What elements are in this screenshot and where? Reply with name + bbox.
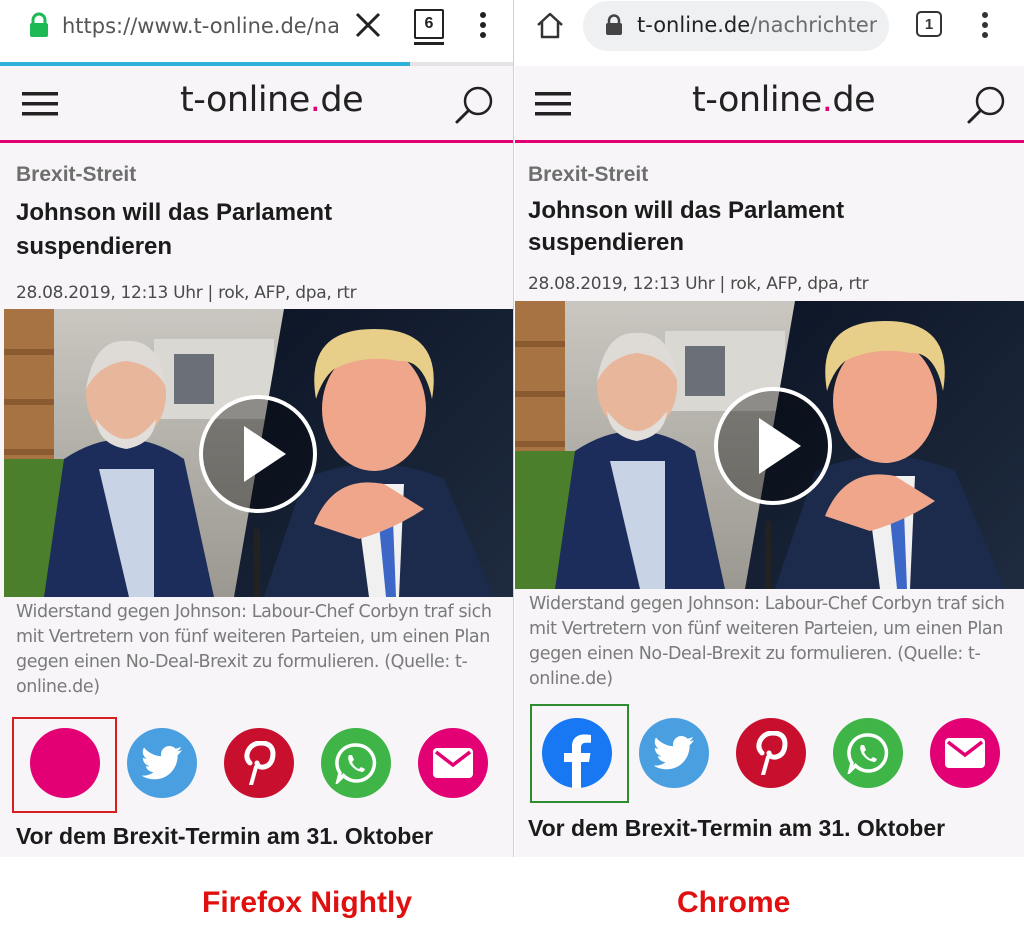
twitter-share-button[interactable] — [127, 728, 197, 798]
whatsapp-share-button[interactable] — [321, 728, 391, 798]
tab-counter-underline — [414, 42, 444, 45]
firefox-toolbar: https://www.t-online.de/nac 6 — [0, 0, 513, 62]
chrome-screenshot: t-online.de/nachrichten/ 1 t-online.de B… — [515, 0, 1024, 857]
facebook-share-button[interactable] — [542, 718, 612, 788]
whatsapp-icon — [847, 733, 889, 774]
article-kicker: Brexit-Streit — [16, 163, 137, 186]
article-video-thumbnail[interactable] — [515, 301, 1024, 589]
site-header: t-online.de — [515, 66, 1024, 143]
photo-caption: Widerstand gegen Johnson: Labour-Chef Co… — [529, 594, 1005, 689]
whatsapp-icon — [335, 743, 377, 784]
photo-caption: Widerstand gegen Johnson: Labour-Chef Co… — [16, 602, 492, 697]
email-share-button[interactable] — [418, 728, 488, 798]
facebook-share-button-broken[interactable] — [30, 728, 100, 798]
chrome-toolbar: t-online.de/nachrichten/ 1 — [515, 0, 1024, 66]
tab-counter[interactable]: 6 — [414, 9, 444, 39]
site-header: t-online.de — [0, 66, 513, 143]
url-text: t-online.de/nachrichten/ — [637, 13, 877, 37]
firefox-nightly-screenshot: https://www.t-online.de/nac 6 t-online.d… — [0, 0, 514, 857]
t-online-logo[interactable]: t-online.de — [180, 80, 364, 120]
article-dateline: 28.08.2019, 12:13 Uhr | rok, AFP, dpa, r… — [528, 274, 869, 294]
omnibox[interactable]: t-online.de/nachrichten/ — [583, 1, 889, 51]
hamburger-menu-icon[interactable] — [22, 90, 58, 118]
twitter-icon — [142, 746, 182, 780]
pinterest-share-button[interactable] — [224, 728, 294, 798]
tab-switcher-button[interactable]: 1 — [916, 11, 942, 37]
home-icon[interactable] — [535, 10, 565, 40]
search-icon[interactable] — [966, 84, 1008, 126]
email-icon — [433, 748, 473, 778]
hamburger-menu-icon[interactable] — [535, 90, 571, 118]
whatsapp-share-button[interactable] — [833, 718, 903, 788]
stop-loading-icon[interactable] — [353, 10, 383, 40]
overflow-menu-icon[interactable] — [978, 10, 992, 40]
firefox-nightly-label: Firefox Nightly — [202, 886, 413, 919]
lock-icon — [606, 14, 622, 35]
play-video-icon[interactable] — [198, 395, 318, 515]
pinterest-icon — [756, 731, 788, 775]
overflow-menu-icon[interactable] — [476, 10, 490, 40]
twitter-icon — [654, 736, 694, 770]
facebook-icon — [564, 734, 591, 788]
article-headline: Johnson will das Parlament suspendieren — [16, 199, 333, 260]
article-headline: Johnson will das Parlament suspendieren — [528, 197, 845, 256]
teaser-text: Vor dem Brexit-Termin am 31. Oktober — [528, 815, 946, 841]
pinterest-share-button[interactable] — [736, 718, 806, 788]
article-dateline: 28.08.2019, 12:13 Uhr | rok, AFP, dpa, r… — [16, 283, 357, 303]
email-share-button[interactable] — [930, 718, 1000, 788]
teaser-text: Vor dem Brexit-Termin am 31. Oktober — [16, 823, 434, 849]
email-icon — [945, 738, 985, 768]
lock-icon — [30, 12, 48, 37]
address-bar[interactable]: https://www.t-online.de/nac — [62, 14, 338, 38]
politicians-photo — [515, 301, 1024, 589]
pinterest-icon — [244, 741, 276, 785]
t-online-logo[interactable]: t-online.de — [692, 80, 876, 120]
article-video-thumbnail[interactable] — [4, 309, 513, 597]
search-icon[interactable] — [454, 84, 496, 126]
article-kicker: Brexit-Streit — [528, 163, 649, 186]
twitter-share-button[interactable] — [639, 718, 709, 788]
chrome-label: Chrome — [677, 886, 791, 919]
